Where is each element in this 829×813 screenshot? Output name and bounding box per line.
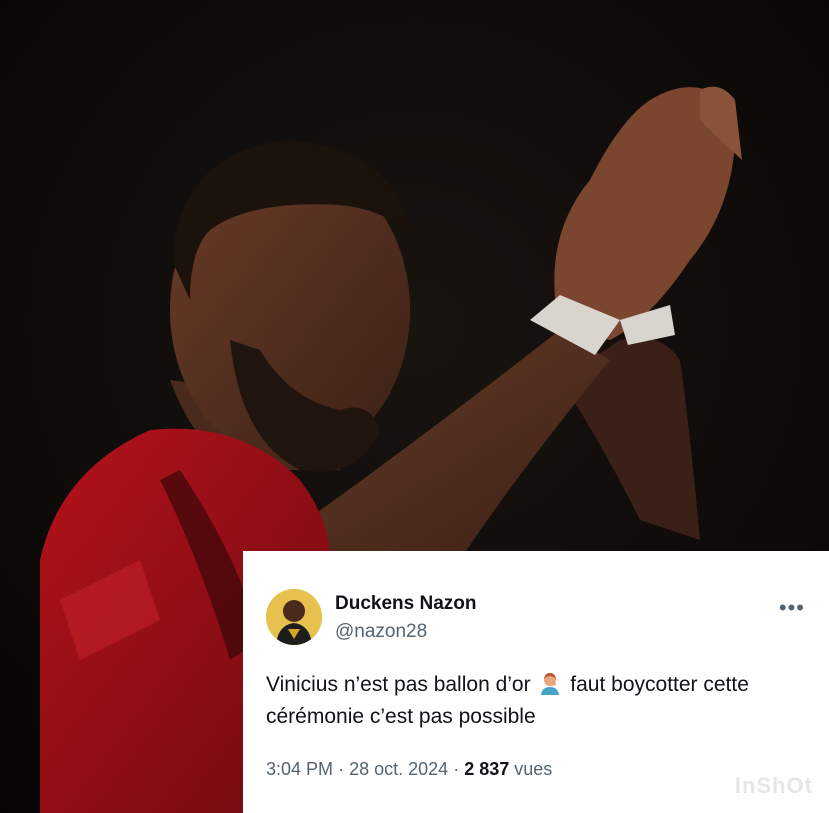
tweet-meta: 3:04 PM · 28 oct. 2024 · 2 837 vues — [266, 759, 552, 780]
views-label: vues — [514, 759, 553, 779]
meta-separator: · — [338, 759, 345, 779]
tweet-text-part-1: Vinicius n’est pas ballon d’or — [266, 673, 531, 696]
display-name[interactable]: Duckens Nazon — [335, 593, 476, 615]
more-horizontal-icon[interactable]: ••• — [779, 595, 805, 621]
tweet-card[interactable]: Duckens Nazon @nazon28 ••• Vinicius n’es… — [243, 551, 829, 813]
inshot-watermark: InShOt — [734, 773, 813, 798]
meta-separator: · — [453, 759, 460, 779]
views-count: 2 837 — [464, 759, 510, 779]
user-handle[interactable]: @nazon28 — [335, 621, 427, 643]
tweet-text: Vinicius n’est pas ballon d’or faut boyc… — [266, 669, 806, 733]
avatar-image — [266, 589, 322, 645]
tweet-date[interactable]: 28 oct. 2024 — [349, 759, 448, 779]
tweet-time[interactable]: 3:04 PM — [266, 759, 333, 779]
avatar[interactable] — [266, 589, 322, 645]
person-facepalming-emoji — [541, 673, 560, 695]
